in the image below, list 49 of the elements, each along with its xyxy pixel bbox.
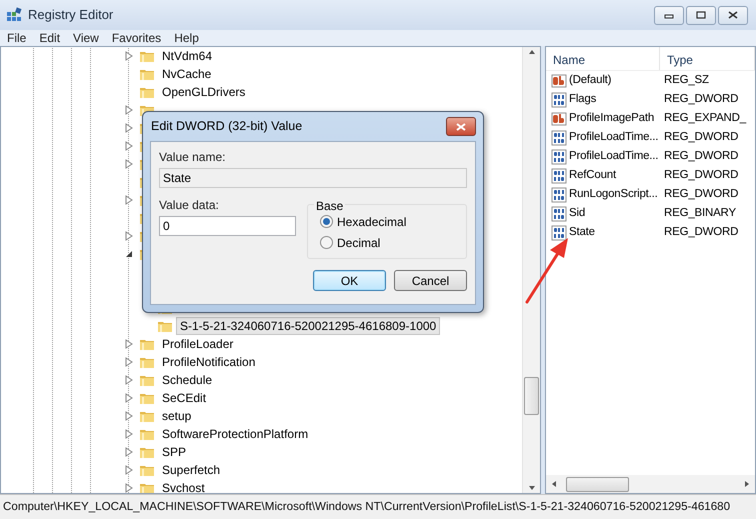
tree-item[interactable]: ProfileNotification [158, 353, 260, 371]
field-label: Value name: [159, 150, 226, 164]
window-title: Registry Editor [28, 6, 114, 24]
menu-item[interactable]: File [0, 30, 32, 46]
value-data-field[interactable]: 0 [159, 216, 296, 236]
tree-item[interactable]: ProfileLoader [158, 335, 238, 353]
value-name[interactable]: ProfileLoadTime... [569, 128, 658, 146]
value-type: REG_DWORD [663, 130, 738, 145]
dialog-title: Edit DWORD (32-bit) Value [151, 118, 302, 136]
menu-item[interactable]: Edit [32, 30, 66, 46]
menu-item[interactable]: Help [167, 30, 205, 46]
value-name-field[interactable]: State [159, 168, 467, 188]
value-name[interactable]: ProfileImagePath [569, 110, 654, 128]
menu-item[interactable]: Favorites [104, 30, 168, 46]
tree-item[interactable]: NvCache [158, 65, 216, 83]
tree-item[interactable]: SPP [158, 443, 190, 461]
value-name[interactable]: RunLogonScript... [569, 186, 658, 204]
radio-label[interactable]: Hexadecimal [337, 212, 406, 230]
value-type: REG_BINARY [663, 206, 736, 221]
tree-item[interactable]: setup [158, 407, 196, 425]
value-type: REG_DWORD [663, 186, 738, 202]
value-name[interactable]: Flags [569, 90, 596, 108]
value-type: REG_DWORD [663, 224, 738, 240]
field-label: Value data: [159, 198, 220, 212]
value-type: REG_DWORD [663, 148, 738, 164]
tree-item[interactable]: S-1-5-21-324060716-520021295-4616809-1000 [176, 317, 440, 335]
value-name[interactable]: ProfileLoadTime... [569, 148, 658, 166]
cancel-button[interactable]: Cancel [394, 270, 467, 291]
tree-item[interactable]: SeCEdit [158, 389, 210, 407]
status-path: Computer\HKEY_LOCAL_MACHINE\SOFTWARE\Microsoft\Windows NT\CurrentVersion\ProfileList\S-1-5-21-324060716-520021295-461680 [3, 499, 730, 516]
tree-item[interactable]: Schedule [158, 371, 216, 389]
column-header[interactable]: Name [546, 47, 660, 70]
value-name[interactable]: RefCount [569, 166, 616, 184]
radio-label[interactable]: Decimal [337, 234, 380, 252]
tree-item[interactable]: OpenGLDrivers [158, 83, 250, 101]
menu-item[interactable]: View [66, 30, 105, 46]
tree-item[interactable]: Svchost [158, 479, 209, 493]
value-type: REG_DWORD [663, 92, 738, 107]
value-type: REG_SZ [663, 72, 709, 88]
ok-button[interactable]: OK [313, 270, 386, 291]
column-header[interactable]: Type [660, 47, 755, 70]
tree-item[interactable]: NtVdm64 [158, 47, 216, 65]
value-name[interactable]: State [569, 224, 595, 242]
value-type: REG_EXPAND_ [663, 110, 746, 126]
value-name[interactable]: Sid [569, 204, 586, 222]
value-name[interactable]: (Default) [569, 72, 612, 90]
tree-item[interactable]: SoftwareProtectionPlatform [158, 425, 312, 443]
value-type: REG_DWORD [663, 168, 738, 183]
tree-item[interactable]: Superfetch [158, 461, 224, 479]
